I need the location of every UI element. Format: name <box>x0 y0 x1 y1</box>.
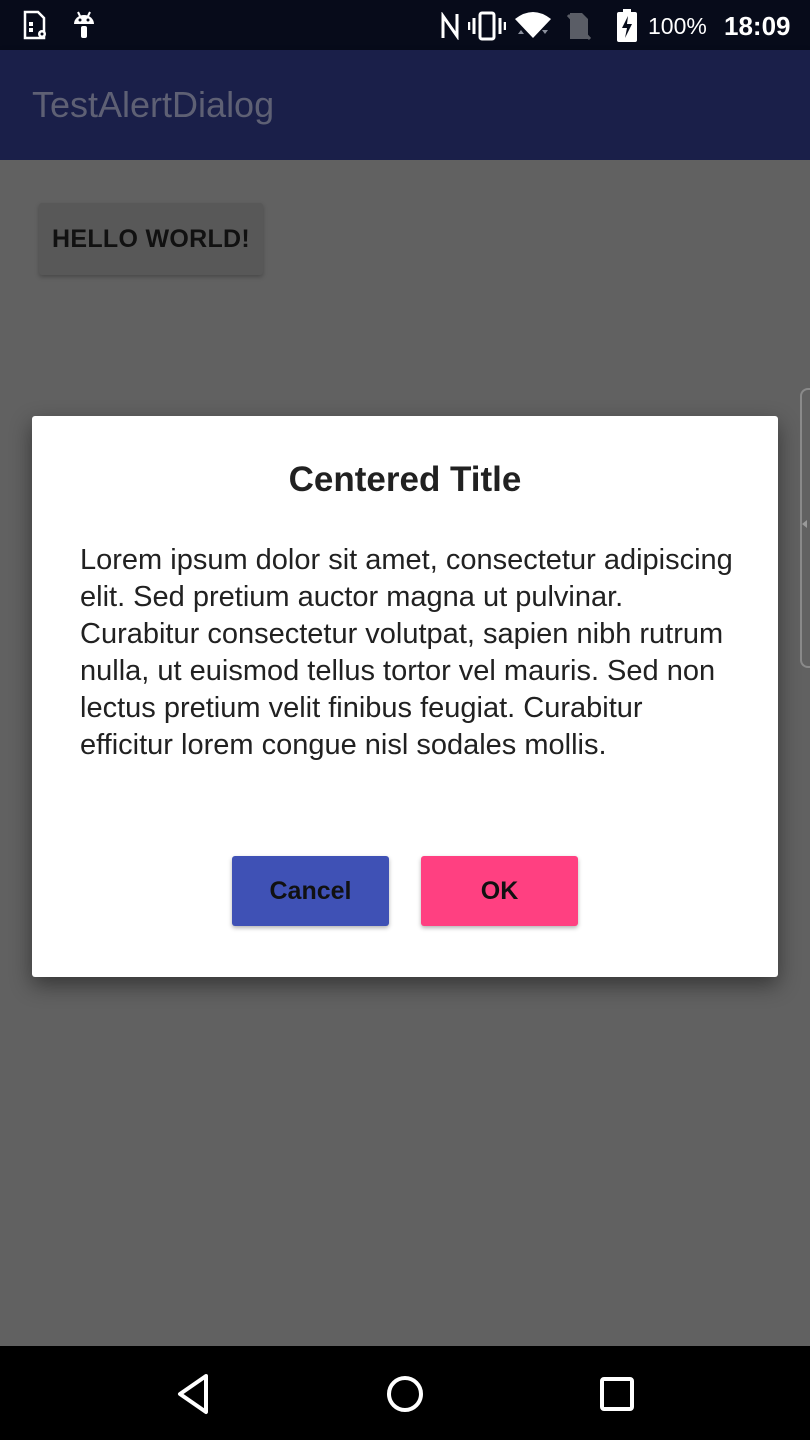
alert-dialog: Centered Title Lorem ipsum dolor sit ame… <box>32 416 778 977</box>
home-icon[interactable] <box>381 1370 429 1418</box>
android-icon <box>74 11 94 38</box>
cancel-button[interactable]: Cancel <box>232 856 389 926</box>
dialog-title: Centered Title <box>288 460 522 499</box>
app-title: TestAlertDialog <box>32 84 275 125</box>
vibrate-icon <box>468 11 506 41</box>
chevron-left-icon <box>802 520 807 528</box>
navigation-bar <box>0 1346 810 1440</box>
nfc-icon <box>441 12 459 40</box>
battery-charging-icon <box>617 9 637 42</box>
back-icon[interactable] <box>172 1370 220 1418</box>
recents-icon[interactable] <box>593 1370 641 1418</box>
ok-button[interactable]: OK <box>421 856 578 926</box>
edge-panel-handle[interactable] <box>800 388 810 668</box>
sim-settings-icon <box>23 10 46 40</box>
battery-percent: 100% <box>648 13 707 39</box>
no-sim-icon <box>566 13 592 41</box>
hello-world-button[interactable]: HELLO WORLD! <box>39 203 263 275</box>
app-bar: TestAlertDialog <box>0 50 810 160</box>
status-bar: 100% 18:09 <box>0 0 810 50</box>
clock: 18:09 <box>724 11 791 41</box>
dialog-message: Lorem ipsum dolor sit amet, consectetur … <box>80 544 733 761</box>
wifi-icon <box>515 12 551 38</box>
